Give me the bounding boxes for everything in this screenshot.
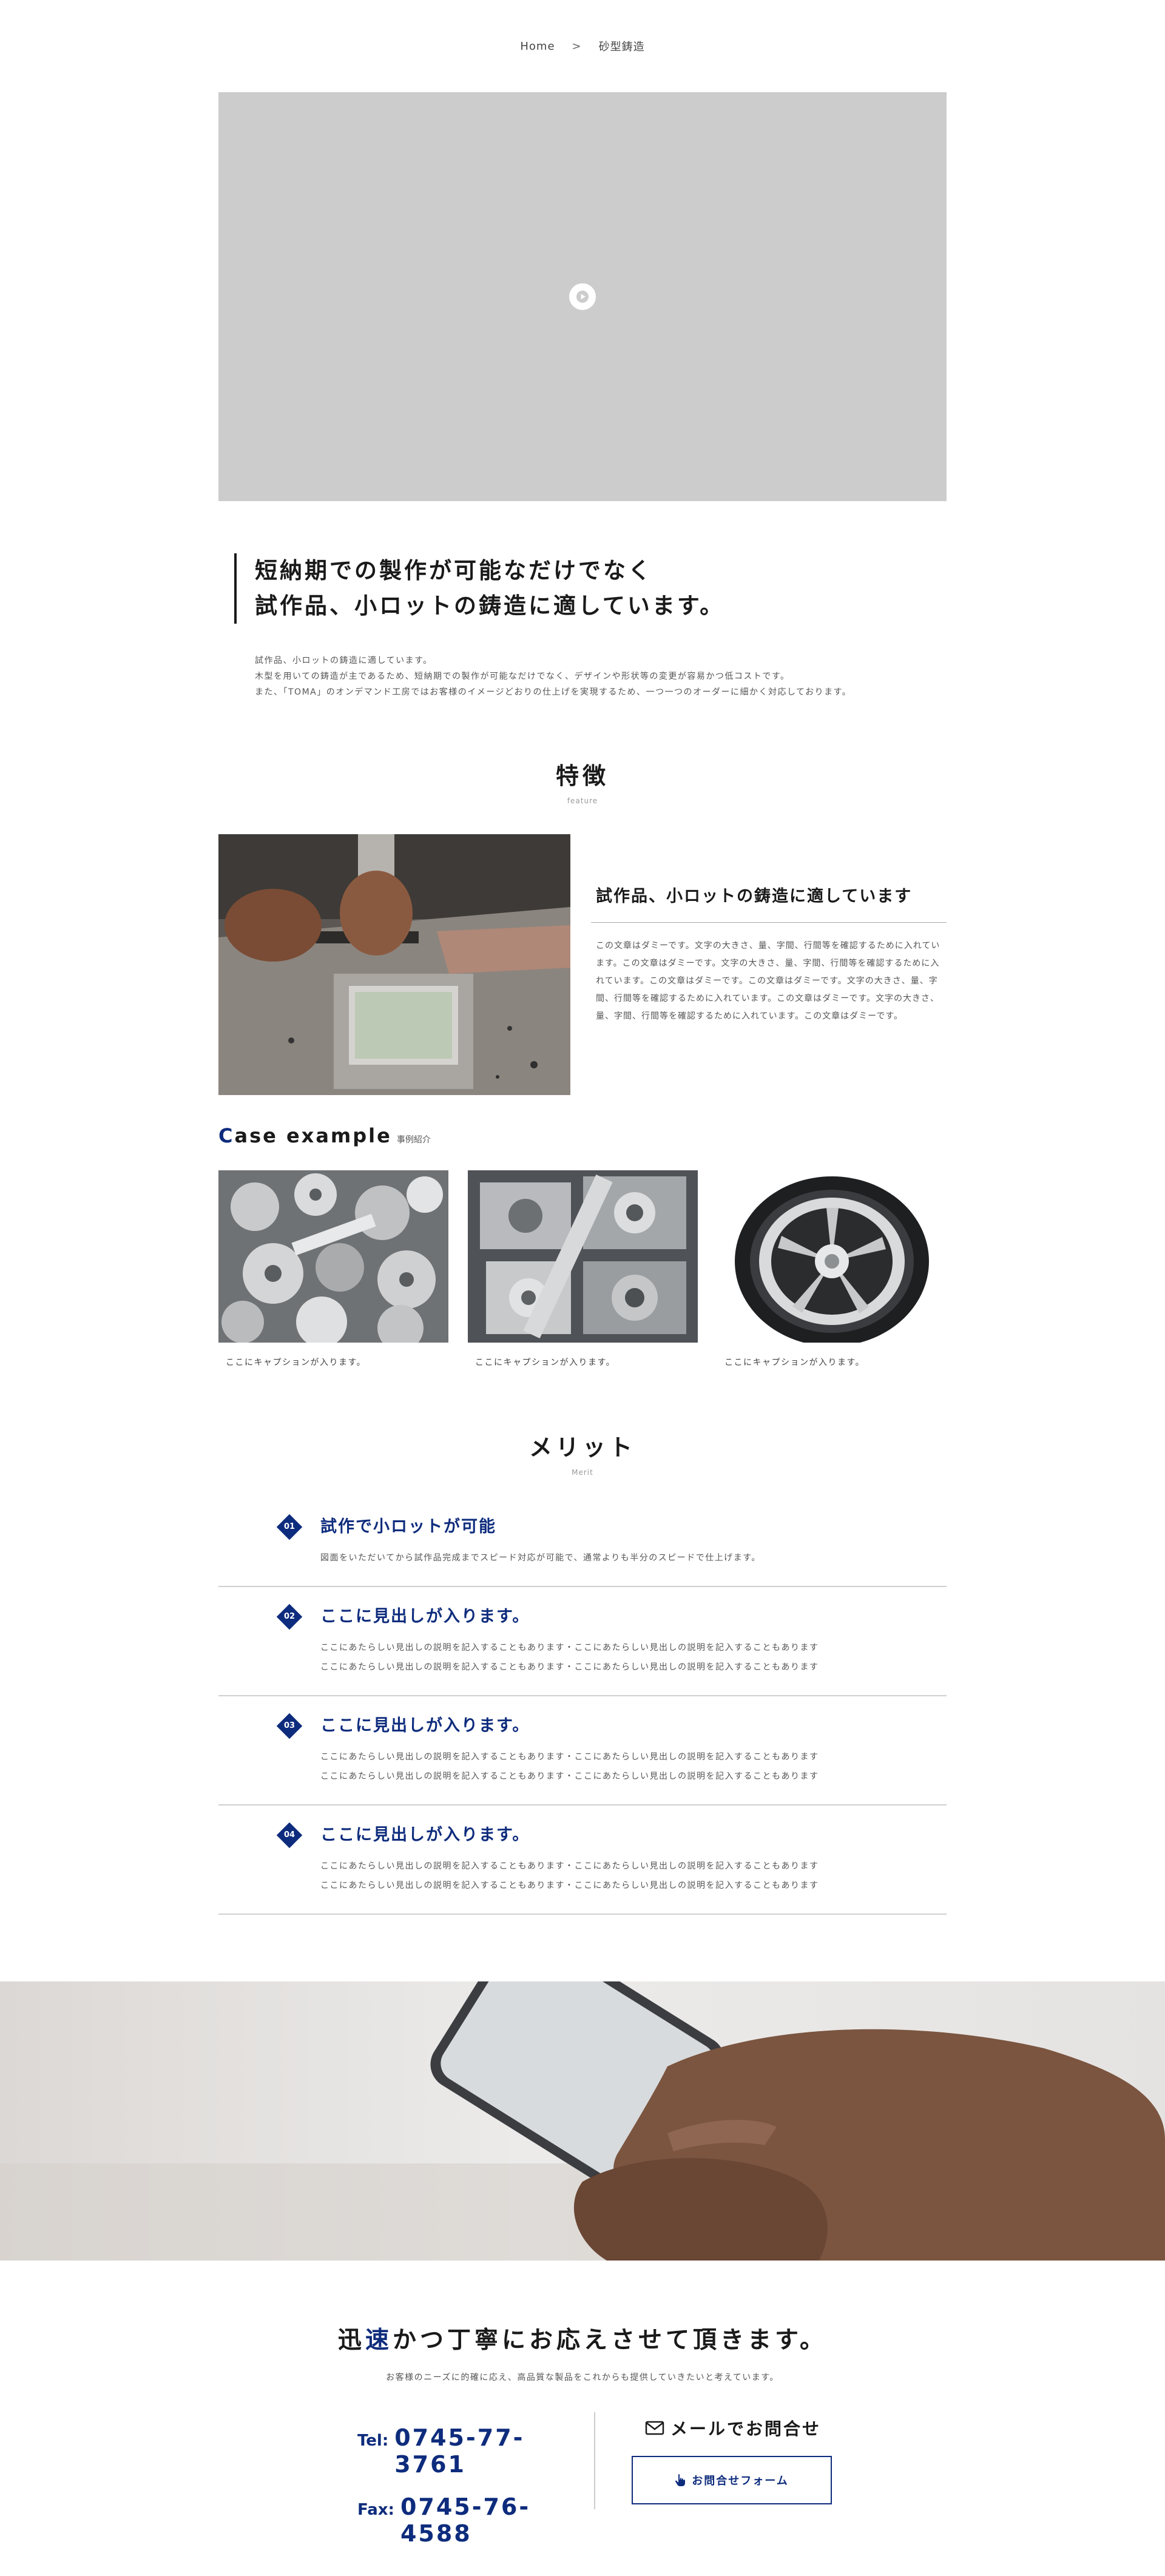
mail-block: メールでお問合せ お問合せフォーム bbox=[595, 2412, 874, 2563]
fax-number: 0745-76-4588 bbox=[400, 2493, 531, 2547]
feature-photo bbox=[218, 834, 570, 1095]
case-caption: ここにキャプションが入ります。 bbox=[226, 1358, 366, 1367]
breadcrumb: Home > 砂型鋳造 bbox=[0, 0, 1165, 92]
contact-heading: 迅速かつ丁寧にお応えさせて頂きます。 bbox=[337, 2327, 828, 2354]
mail-icon bbox=[645, 2421, 664, 2435]
merit-description: ここにあたらしい見出しの説明を記入することもあります・ここにあたらしい見出しの説… bbox=[320, 1643, 819, 1672]
case-image-engine bbox=[468, 1170, 698, 1343]
merit-subtitle: Merit bbox=[572, 1468, 593, 1477]
phone-block: Tel: 0745-77-3761 Fax: 0745-76-4588 bbox=[291, 2412, 570, 2563]
merit-item: 01 試作で小ロットが可能 図面をいただいてから試作品完成までスピード対応が可能… bbox=[218, 1509, 947, 1587]
feature-title: 特徴 bbox=[555, 763, 609, 789]
play-button[interactable] bbox=[569, 283, 596, 310]
merit-heading: ここに見出しが入ります。 bbox=[320, 1607, 530, 1626]
fax-label: Fax: bbox=[357, 2501, 394, 2519]
merit-number-badge: 03 bbox=[276, 1713, 303, 1739]
case-title-ja: 事例紹介 bbox=[396, 1135, 431, 1145]
case-grid: ここにキャプションが入ります。 ここにキャプションが入ります。 ここにキャプショ… bbox=[218, 1170, 947, 1368]
tel-row[interactable]: Tel: 0745-77-3761 bbox=[357, 2424, 570, 2478]
contact-banner-image bbox=[0, 1981, 1165, 2261]
contact-form-label: お問合せフォーム bbox=[692, 2475, 789, 2487]
page: Home > 砂型鋳造 短納期での製作が可能なだけでなく 試作品、小ロットの鋳造… bbox=[0, 0, 1165, 2576]
intro-text: 試作品、小ロットの鋳造に適しています。 木型を用いての鋳造が主であるため、短納期… bbox=[255, 653, 947, 700]
merit-heading: ここに見出しが入ります。 bbox=[320, 1716, 530, 1735]
mail-heading: メールでお問合せ bbox=[632, 2412, 874, 2440]
contact-form-button[interactable]: お問合せフォーム bbox=[632, 2456, 832, 2504]
breadcrumb-current: 砂型鋳造 bbox=[598, 41, 645, 53]
feature-section-title: 特徴 feature bbox=[218, 757, 947, 805]
intro-section: 短納期での製作が可能なだけでなく 試作品、小ロットの鋳造に適しています。 試作品… bbox=[218, 501, 947, 700]
feature-subtitle: feature bbox=[567, 797, 598, 805]
feature-description: この文章はダミーです。文字の大きさ、量、字間、行間等を確認するために入れています… bbox=[596, 941, 940, 1021]
breadcrumb-separator: > bbox=[572, 39, 582, 53]
tel-label: Tel: bbox=[357, 2432, 389, 2450]
contact-box: Tel: 0745-77-3761 Fax: 0745-76-4588 メールで… bbox=[0, 2412, 1165, 2563]
intro-heading: 短納期での製作が可能なだけでなく 試作品、小ロットの鋳造に適しています。 bbox=[234, 553, 947, 624]
merit-number-badge: 04 bbox=[276, 1822, 303, 1849]
tel-number[interactable]: 0745-77-3761 bbox=[394, 2424, 570, 2478]
contact-lead: お客様のニーズに的確に応え、高品質な製品をこれからも提供していきたいと考えていま… bbox=[386, 2373, 779, 2382]
merit-description: ここにあたらしい見出しの説明を記入することもあります・ここにあたらしい見出しの説… bbox=[320, 1752, 819, 1781]
merit-heading: 試作で小ロットが可能 bbox=[320, 1517, 496, 1536]
case-caption: ここにキャプションが入ります。 bbox=[475, 1358, 616, 1367]
feature-body: 試作品、小ロットの鋳造に適しています この文章はダミーです。文字の大きさ、量、字… bbox=[570, 834, 947, 1095]
merit-item: 03 ここに見出しが入ります。 ここにあたらしい見出しの説明を記入することもあり… bbox=[218, 1696, 947, 1806]
case-heading: Case example 事例紹介 bbox=[218, 1124, 947, 1147]
intro-text-line: 木型を用いての鋳造が主であるため、短納期での製作が可能なだけでなく、デザインや形… bbox=[255, 672, 790, 681]
merit-item: 04 ここに見出しが入ります。 ここにあたらしい見出しの説明を記入することもあり… bbox=[218, 1806, 947, 1915]
merit-number-badge: 02 bbox=[276, 1603, 303, 1630]
video-player[interactable] bbox=[218, 92, 947, 501]
breadcrumb-home-link[interactable]: Home bbox=[520, 40, 555, 53]
case-title: Case example bbox=[218, 1124, 392, 1147]
feature-block: 試作品、小ロットの鋳造に適しています この文章はダミーです。文字の大きさ、量、字… bbox=[218, 834, 947, 1095]
intro-heading-line2: 試作品、小ロットの鋳造に適しています。 bbox=[255, 593, 725, 619]
merit-number-badge: 01 bbox=[276, 1514, 303, 1540]
contact-section: 迅速かつ丁寧にお応えさせて頂きます。 お客様のニーズに的確に応え、高品質な製品を… bbox=[0, 2261, 1165, 2563]
merit-list: 01 試作で小ロットが可能 図面をいただいてから試作品完成までスピード対応が可能… bbox=[218, 1509, 947, 1915]
mail-label: メールでお問合せ bbox=[670, 2419, 822, 2439]
merit-item: 02 ここに見出しが入ります。 ここにあたらしい見出しの説明を記入することもあり… bbox=[218, 1587, 947, 1696]
intro-text-line: 試作品、小ロットの鋳造に適しています。 bbox=[255, 656, 433, 666]
intro-text-line: また、「TOMA」のオンデマンド工房ではお客様のイメージどおりの仕上げを実現する… bbox=[255, 687, 852, 697]
merit-section-title: メリット Merit bbox=[218, 1429, 947, 1477]
case-item[interactable]: ここにキャプションが入ります。 bbox=[468, 1170, 698, 1368]
merit-title: メリット bbox=[528, 1434, 636, 1461]
pointer-hand-icon bbox=[675, 2474, 686, 2486]
intro-heading-line1: 短納期での製作が可能なだけでなく bbox=[255, 558, 653, 584]
feature-heading: 試作品、小ロットの鋳造に適しています bbox=[591, 883, 947, 923]
merit-description: 図面をいただいてから試作品完成までスピード対応が可能で、通常よりも半分のスピード… bbox=[320, 1553, 761, 1563]
merit-heading: ここに見出しが入ります。 bbox=[320, 1826, 530, 1844]
case-caption: ここにキャプションが入ります。 bbox=[724, 1358, 865, 1367]
case-image-parts bbox=[218, 1170, 448, 1343]
case-item[interactable]: ここにキャプションが入ります。 bbox=[218, 1170, 448, 1368]
case-image-wheel bbox=[717, 1170, 947, 1343]
merit-description: ここにあたらしい見出しの説明を記入することもあります・ここにあたらしい見出しの説… bbox=[320, 1861, 819, 1890]
play-icon bbox=[576, 291, 589, 303]
case-item[interactable]: ここにキャプションが入ります。 bbox=[717, 1170, 947, 1368]
fax-row: Fax: 0745-76-4588 bbox=[357, 2493, 570, 2547]
